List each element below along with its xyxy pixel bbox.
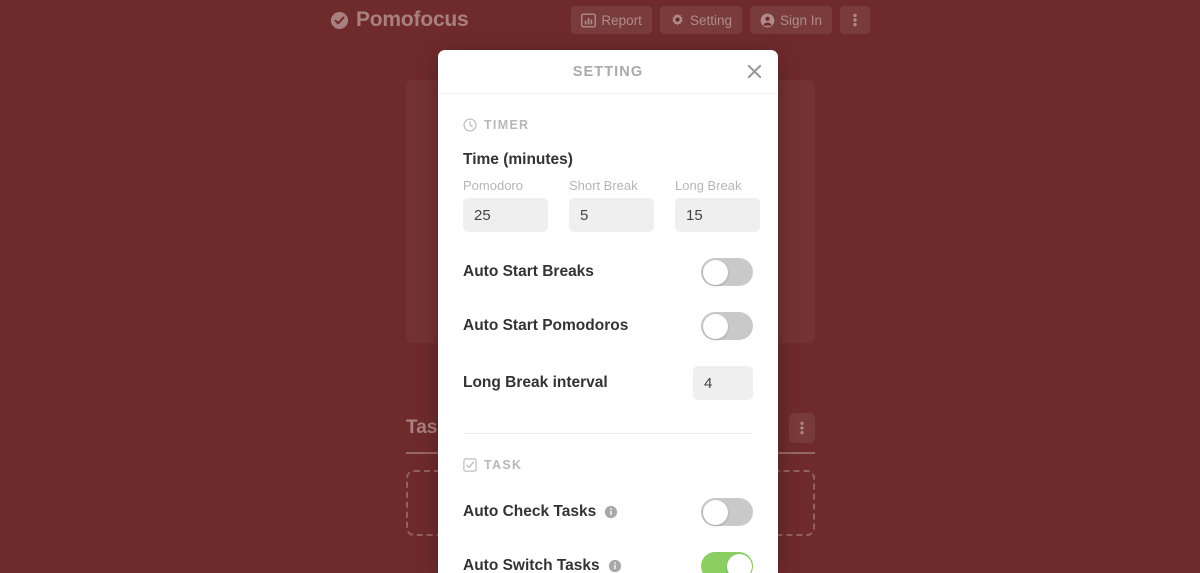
user-circle-icon [760, 13, 775, 27]
setting-modal: SETTING TIMER Time (minutes) Pomodoro 25… [438, 50, 778, 573]
setting-button-label: Setting [689, 12, 732, 28]
auto-start-breaks-row: Auto Start Breaks [463, 258, 753, 286]
app-header: Pomofocus Report Setting Sign In [0, 0, 1200, 40]
short-break-time-input[interactable] [569, 198, 654, 232]
dots-vertical-icon [853, 13, 857, 27]
close-icon [747, 64, 761, 79]
auto-start-pomodoros-label: Auto Start Pomodoros [463, 317, 629, 334]
auto-switch-tasks-label: Auto Switch Tasks [463, 557, 600, 573]
brand-logo[interactable]: Pomofocus [330, 8, 469, 32]
info-icon[interactable] [604, 505, 618, 519]
time-inputs-row: Pomodoro Short Break Long Break [463, 178, 760, 232]
modal-header: SETTING [438, 50, 778, 94]
auto-start-breaks-label: Auto Start Breaks [463, 263, 594, 280]
tasks-more-menu-button[interactable] [789, 413, 815, 443]
short-break-time-label: Short Break [569, 178, 638, 193]
long-break-interval-row: Long Break interval [463, 366, 753, 400]
auto-start-pomodoros-toggle[interactable] [701, 312, 753, 340]
toggle-knob [726, 553, 752, 573]
long-break-time-field: Long Break [675, 178, 760, 232]
header-more-menu-button[interactable] [840, 6, 870, 34]
sign-in-button[interactable]: Sign In [749, 6, 832, 34]
brand-label: Pomofocus [356, 8, 469, 31]
pomodoro-time-label: Pomodoro [463, 178, 523, 193]
report-button[interactable]: Report [571, 6, 652, 34]
auto-switch-tasks-toggle[interactable] [701, 552, 753, 573]
long-break-interval-label: Long Break interval [463, 374, 608, 391]
sign-in-button-label: Sign In [779, 12, 822, 28]
auto-check-tasks-row: Auto Check Tasks [463, 498, 753, 526]
auto-start-pomodoros-row: Auto Start Pomodoros [463, 312, 753, 340]
header-inner: Pomofocus Report Setting Sign In [330, 0, 870, 40]
checkbox-checked-icon [463, 458, 477, 472]
auto-check-tasks-label-wrap: Auto Check Tasks [463, 503, 618, 521]
chart-bar-icon [581, 13, 597, 27]
auto-start-breaks-toggle[interactable] [701, 258, 753, 286]
short-break-time-field: Short Break [569, 178, 654, 232]
app-root: Pomofocus Report Setting Sign In Tasks S… [0, 0, 1200, 573]
toggle-knob [702, 499, 728, 525]
auto-switch-tasks-row: Auto Switch Tasks [463, 552, 753, 573]
toggle-knob [702, 259, 728, 285]
report-button-label: Report [601, 12, 642, 28]
timer-section-label-text: TIMER [484, 118, 530, 132]
modal-title: SETTING [572, 63, 644, 80]
close-button[interactable] [741, 59, 767, 85]
toggle-knob [702, 313, 728, 339]
check-circle-icon [330, 11, 349, 29]
long-break-time-label: Long Break [675, 178, 742, 193]
timer-section-label: TIMER [463, 118, 753, 132]
clock-icon [463, 118, 477, 132]
info-icon[interactable] [608, 559, 622, 573]
long-break-time-input[interactable] [675, 198, 760, 232]
gear-icon [672, 13, 683, 26]
header-actions: Report Setting Sign In [571, 6, 870, 34]
long-break-interval-input[interactable] [693, 366, 753, 400]
pomodoro-time-input[interactable] [463, 198, 548, 232]
time-minutes-heading: Time (minutes) [463, 151, 573, 168]
auto-check-tasks-toggle[interactable] [701, 498, 753, 526]
auto-switch-tasks-label-wrap: Auto Switch Tasks [463, 557, 622, 573]
pomodoro-time-field: Pomodoro [463, 178, 548, 232]
setting-button[interactable]: Setting [659, 6, 742, 34]
section-divider [463, 433, 753, 434]
task-section-label-text: TASK [484, 458, 523, 472]
auto-check-tasks-label: Auto Check Tasks [463, 503, 597, 520]
modal-body: TIMER Time (minutes) Pomodoro Short Brea… [438, 118, 778, 573]
task-section-label: TASK [463, 458, 753, 472]
dots-vertical-icon [800, 421, 804, 435]
